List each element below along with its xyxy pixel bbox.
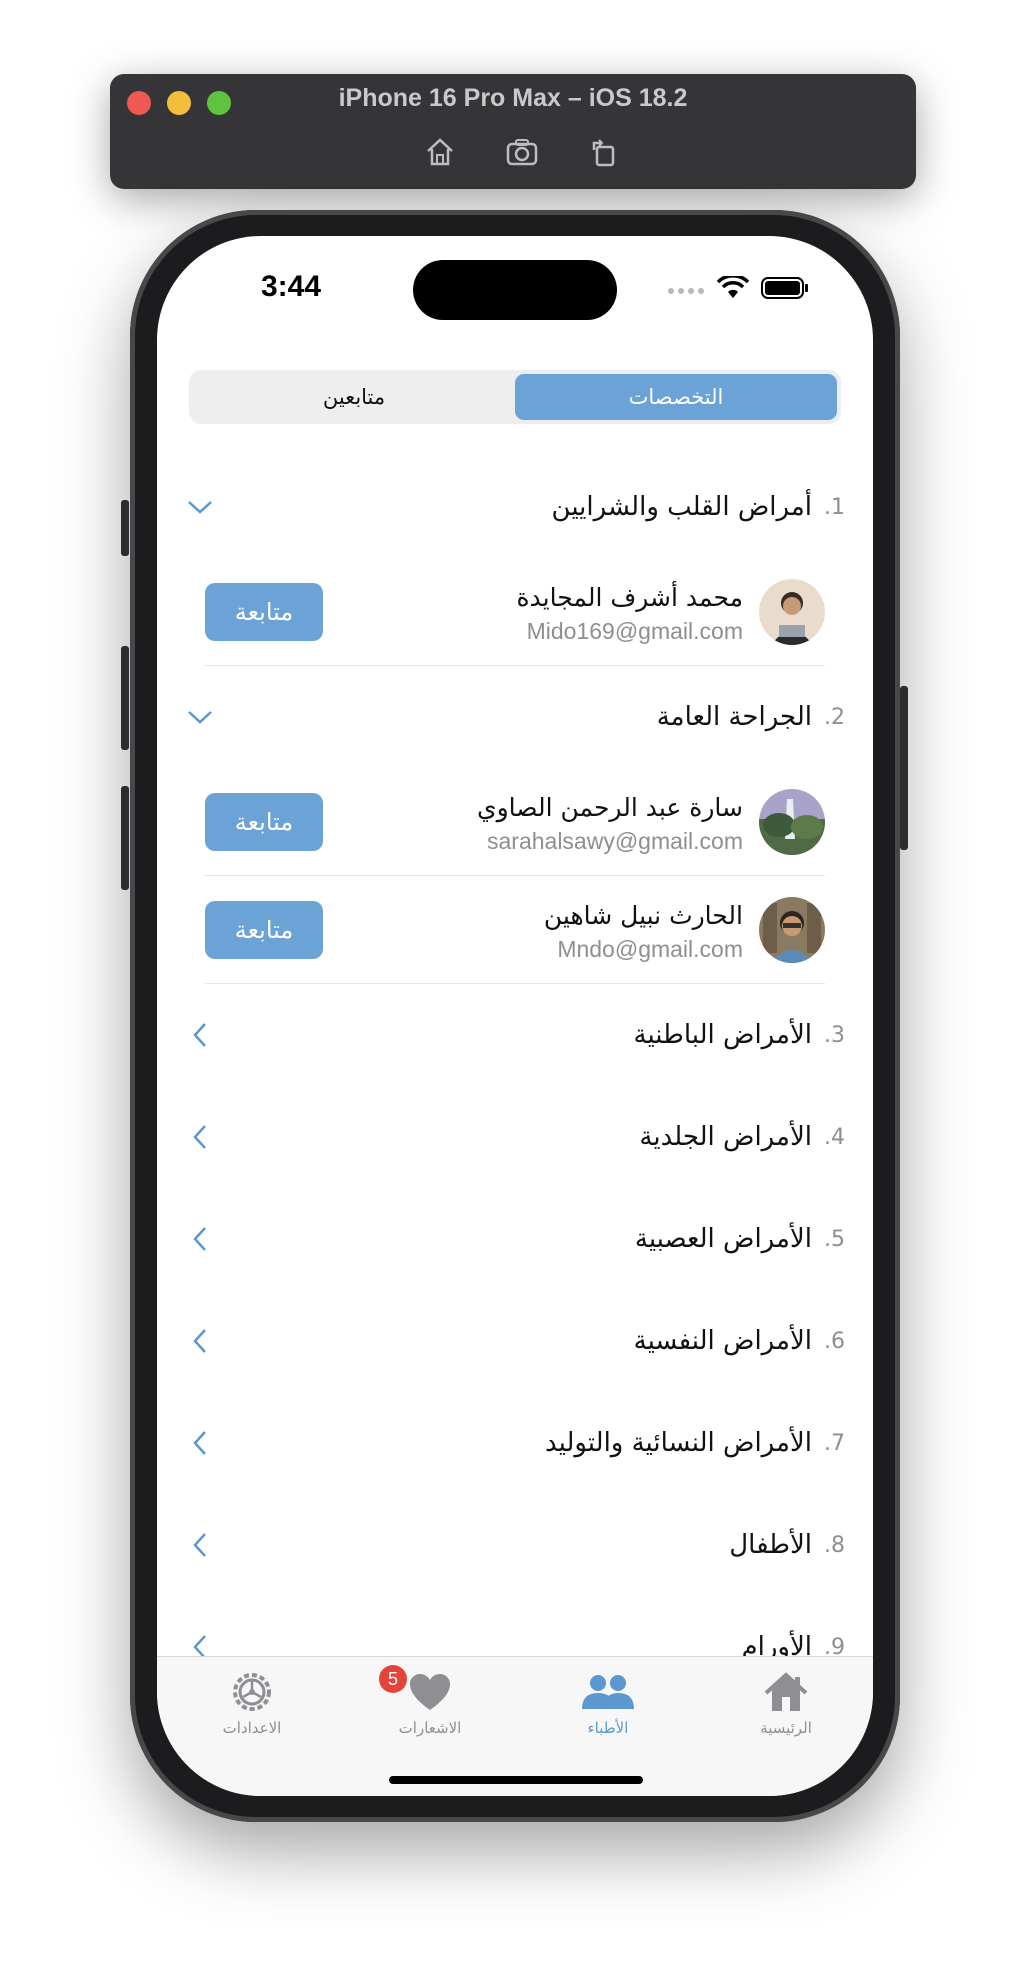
category-number: .4 (824, 1124, 845, 1150)
status-time: 3:44 (261, 270, 322, 303)
doctor-email: Mndo@gmail.com (557, 936, 743, 962)
tab-specialties[interactable]: التخصصات (515, 374, 837, 420)
chevron-down-icon[interactable] (185, 492, 215, 522)
category-number: .8 (824, 1532, 845, 1558)
avatar (759, 578, 825, 645)
specialties-list: .1 أمراض القلب والشرايين محمد أشرف المجا… (157, 456, 873, 1698)
cellular-signal-icon (667, 281, 705, 300)
battery-icon (761, 276, 809, 304)
heart-icon: 5 (365, 1665, 495, 1717)
tab-settings[interactable]: الاعدادات (187, 1667, 317, 1737)
category-row[interactable]: .1 أمراض القلب والشرايين (157, 456, 873, 558)
simulator-title: iPhone 16 Pro Max – iOS 18.2 (338, 84, 688, 112)
category-row[interactable]: .6 الأمراض النفسية (157, 1290, 873, 1392)
chevron-left-icon[interactable] (185, 1428, 215, 1458)
category-row[interactable]: .8 الأطفال (157, 1494, 873, 1596)
chevron-left-icon[interactable] (185, 1224, 215, 1254)
category-number: .6 (824, 1328, 845, 1354)
tab-bar: الرئيسية الأطباء 5 الاشعارات الاعدادات (157, 1656, 873, 1796)
segmented-control: التخصصات متابعين (189, 370, 841, 424)
chevron-left-icon[interactable] (185, 1122, 215, 1152)
doctor-name: محمد أشرف المجايدة (516, 583, 743, 612)
action-button (121, 500, 129, 556)
category-name: أمراض القلب والشرايين (551, 492, 812, 522)
category-row[interactable]: .4 الأمراض الجلدية (157, 1086, 873, 1188)
volume-up-button (121, 646, 129, 750)
avatar (759, 788, 825, 855)
tab-home-label: الرئيسية (760, 1719, 812, 1737)
category-row[interactable]: .3 الأمراض الباطنية (157, 984, 873, 1086)
tab-notifications[interactable]: 5 الاشعارات (365, 1665, 495, 1737)
tab-settings-label: الاعدادات (222, 1719, 282, 1737)
volume-down-button (121, 786, 129, 890)
category-number: .1 (824, 494, 845, 520)
tab-doctors[interactable]: الأطباء (543, 1667, 673, 1737)
category-name: الأمراض الجلدية (639, 1122, 812, 1152)
category-number: .5 (824, 1226, 845, 1252)
gear-icon (187, 1667, 317, 1717)
doctor-row: الحارث نبيل شاهين Mndo@gmail.com متابعة (205, 876, 825, 984)
notification-badge: 5 (379, 1665, 407, 1693)
rotate-icon[interactable] (584, 134, 624, 170)
screenshot-icon[interactable] (502, 134, 542, 170)
follow-button[interactable]: متابعة (205, 582, 323, 641)
doctor-row: محمد أشرف المجايدة Mido169@gmail.com متا… (205, 558, 825, 666)
category-name: الأطفال (729, 1530, 812, 1560)
category-name: الأمراض النفسية (633, 1326, 812, 1356)
category-name: الجراحة العامة (656, 702, 812, 732)
follow-button[interactable]: متابعة (205, 792, 323, 851)
tab-home[interactable]: الرئيسية (721, 1667, 851, 1737)
dynamic-island (413, 260, 617, 320)
doctor-name: سارة عبد الرحمن الصاوي (477, 793, 743, 822)
tab-doctors-label: الأطباء (587, 1719, 629, 1737)
doctor-email: sarahalsawy@gmail.com (487, 828, 743, 854)
simulator-toolbar: iPhone 16 Pro Max – iOS 18.2 (110, 74, 916, 189)
category-row[interactable]: .2 الجراحة العامة (157, 666, 873, 768)
side-button (900, 686, 908, 850)
chevron-down-icon[interactable] (185, 702, 215, 732)
tab-followers[interactable]: متابعين (193, 374, 515, 420)
category-number: .3 (824, 1022, 845, 1048)
avatar (759, 896, 825, 963)
wifi-icon (716, 274, 750, 304)
doctor-name: الحارث نبيل شاهين (543, 901, 743, 930)
chevron-left-icon[interactable] (185, 1326, 215, 1356)
people-icon (543, 1667, 673, 1717)
category-name: الأمراض العصبية (634, 1224, 812, 1254)
doctor-row: سارة عبد الرحمن الصاوي sarahalsawy@gmail… (205, 768, 825, 876)
tab-notifications-label: الاشعارات (398, 1719, 462, 1737)
category-number: .2 (824, 704, 845, 730)
category-row[interactable]: .7 الأمراض النسائية والتوليد (157, 1392, 873, 1494)
app-screen: 3:44 التخصصات متابعين .1 أمراض القلب وال… (157, 236, 873, 1796)
category-name: الأمراض النسائية والتوليد (544, 1428, 812, 1458)
chevron-left-icon[interactable] (185, 1020, 215, 1050)
chevron-left-icon[interactable] (185, 1530, 215, 1560)
category-name: الأمراض الباطنية (633, 1020, 812, 1050)
home-indicator[interactable] (389, 1776, 643, 1784)
house-icon (721, 1667, 851, 1717)
category-row[interactable]: .5 الأمراض العصبية (157, 1188, 873, 1290)
follow-button[interactable]: متابعة (205, 900, 323, 959)
doctor-email: Mido169@gmail.com (526, 618, 743, 644)
category-number: .7 (824, 1430, 845, 1456)
home-icon[interactable] (420, 134, 460, 170)
